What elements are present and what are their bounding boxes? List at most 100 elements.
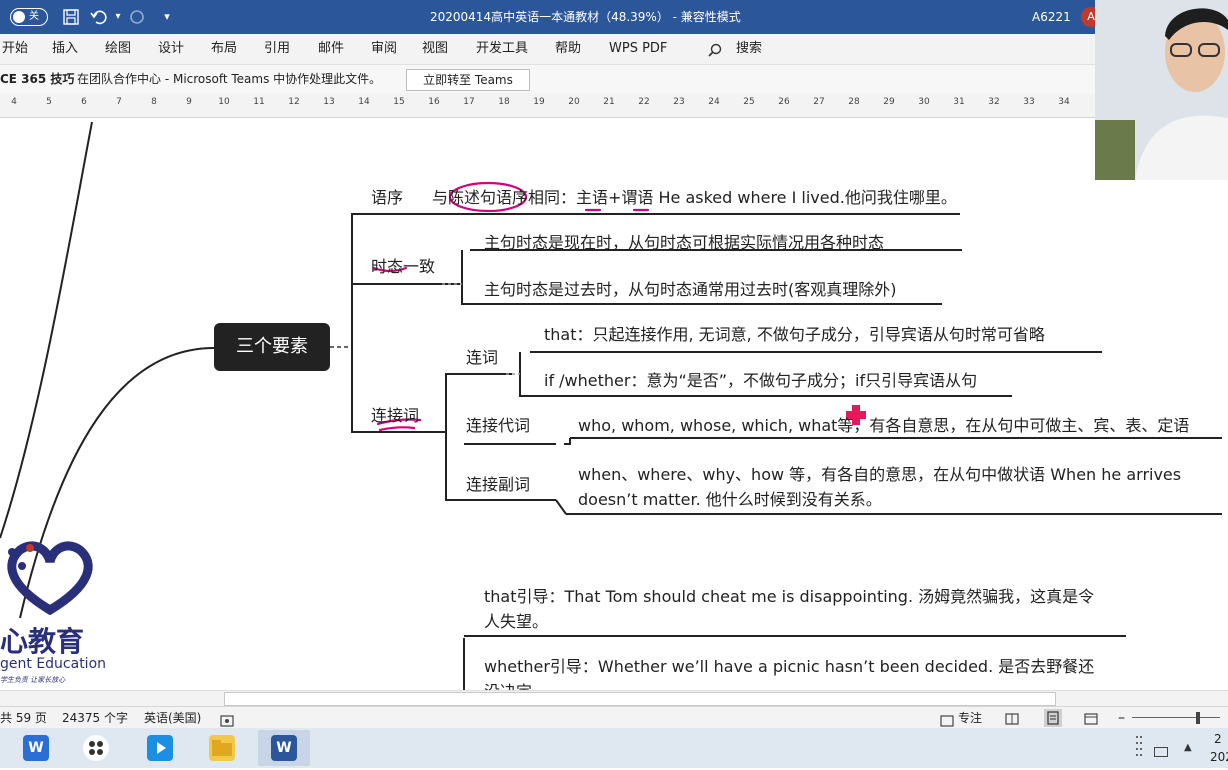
web-layout-icon[interactable] bbox=[1084, 711, 1098, 725]
ruler-tick: 34 bbox=[1058, 97, 1070, 107]
folder-icon bbox=[209, 735, 235, 761]
scrollbar-thumb[interactable] bbox=[224, 692, 1056, 706]
tray-expand-icon[interactable]: ▲ bbox=[1184, 742, 1192, 753]
taskbar-video-button[interactable] bbox=[134, 730, 186, 766]
tray-grip-icon bbox=[1136, 734, 1144, 762]
tab-insert[interactable]: 插入 bbox=[52, 34, 78, 64]
conjunction-item[interactable]: if /whether：意为“是否”，不做句子成分；if只引导宾语从句 bbox=[544, 371, 977, 391]
ruler-tick: 31 bbox=[953, 97, 965, 107]
node-relative-pronoun[interactable]: 连接代词 bbox=[466, 416, 530, 436]
tab-wps-pdf[interactable]: WPS PDF bbox=[609, 34, 667, 64]
focus-icon[interactable] bbox=[940, 712, 954, 727]
clock-date[interactable]: 202 bbox=[1210, 750, 1228, 764]
clock-time[interactable]: 2 bbox=[1214, 732, 1222, 746]
ruler-tick: 19 bbox=[533, 97, 545, 107]
document-title: 20200414高中英语一本通教材（48.39%） - 兼容性模式 bbox=[430, 10, 741, 24]
watermark-slogan: 学生负责 让家长放心 bbox=[0, 676, 66, 684]
customize-toolbar-icon[interactable]: ▾ bbox=[158, 8, 176, 26]
infobar-title: CE 365 技巧 bbox=[0, 72, 75, 86]
tense-item[interactable]: 主句时态是过去时，从句时态通常用过去时(客观真理除外) bbox=[484, 280, 897, 300]
ruler-tick: 17 bbox=[463, 97, 475, 107]
wps-icon: W bbox=[23, 735, 49, 761]
title-bar: 关 ▾ ▾ 20200414高中英语一本通教材（48.39%） - 兼容性模式 … bbox=[0, 0, 1228, 34]
taskbar-wps-button[interactable]: W bbox=[10, 730, 62, 766]
ruler-tick: 4 bbox=[11, 97, 17, 107]
ruler-tick: 23 bbox=[673, 97, 685, 107]
ruler-tick: 9 bbox=[186, 97, 192, 107]
accessibility-icon[interactable] bbox=[220, 712, 234, 727]
node-conjunction[interactable]: 连词 bbox=[466, 348, 498, 368]
tab-developer[interactable]: 开发工具 bbox=[476, 34, 528, 64]
taskbar-word-button[interactable]: W bbox=[258, 730, 310, 766]
taskbar-explorer-button[interactable] bbox=[196, 730, 248, 766]
tense-item[interactable]: 主句时态是现在时，从句时态可根据实际情况用各种时态 bbox=[484, 233, 884, 253]
example-whether[interactable]: whether引导：Whether we’ll have a picnic ha… bbox=[484, 654, 1110, 690]
language-indicator[interactable]: 英语(美国) bbox=[144, 707, 201, 729]
ruler-tick: 26 bbox=[778, 97, 790, 107]
tab-references[interactable]: 引用 bbox=[264, 34, 290, 64]
tab-home[interactable]: 开始 bbox=[2, 34, 28, 64]
ruler-tick: 7 bbox=[116, 97, 122, 107]
relative-pronoun-text[interactable]: who, whom, whose, which, what等，有各自意思，在从句… bbox=[578, 416, 1189, 436]
search-icon[interactable] bbox=[708, 42, 722, 57]
horizontal-scrollbar[interactable] bbox=[0, 690, 1228, 707]
zoom-out-icon[interactable]: – bbox=[1118, 707, 1125, 729]
tab-draw[interactable]: 绘图 bbox=[105, 34, 131, 64]
ruler-tick: 29 bbox=[883, 97, 895, 107]
ruler-tick: 24 bbox=[708, 97, 720, 107]
page-count[interactable]: 共 59 页 bbox=[0, 707, 47, 729]
tab-layout[interactable]: 布局 bbox=[211, 34, 237, 64]
ruler-tick: 22 bbox=[638, 97, 650, 107]
infobar-message: 在团队合作中心 - Microsoft Teams 中协作处理此文件。 bbox=[77, 72, 382, 86]
windows-taskbar: W W ▲ 2 202 bbox=[0, 728, 1228, 768]
account-code: A6221 bbox=[1032, 10, 1071, 24]
read-mode-icon[interactable] bbox=[1005, 711, 1019, 725]
video-app-icon bbox=[147, 735, 173, 761]
ruler-tick: 21 bbox=[603, 97, 615, 107]
tab-review[interactable]: 审阅 bbox=[371, 34, 397, 64]
keyboard-icon[interactable] bbox=[1154, 742, 1168, 757]
ruler-tick: 12 bbox=[288, 97, 300, 107]
go-to-teams-button[interactable]: 立即转至 Teams bbox=[406, 69, 530, 91]
undo-icon[interactable] bbox=[90, 8, 108, 26]
ruler-tick: 20 bbox=[568, 97, 580, 107]
ruler-tick: 28 bbox=[848, 97, 860, 107]
tab-view[interactable]: 视图 bbox=[422, 34, 448, 64]
ruler-tick: 33 bbox=[1023, 97, 1035, 107]
ruler-tick: 10 bbox=[218, 97, 230, 107]
undo-dropdown-icon[interactable]: ▾ bbox=[109, 8, 127, 26]
node-connectives[interactable]: 连接词 bbox=[371, 406, 419, 426]
toggle-knob bbox=[13, 11, 25, 23]
search-label[interactable]: 搜索 bbox=[736, 34, 762, 64]
save-icon[interactable] bbox=[62, 8, 80, 26]
heart-logo-icon bbox=[7, 541, 93, 616]
webcam-overlay bbox=[1095, 0, 1228, 180]
ruler-tick: 27 bbox=[813, 97, 825, 107]
node-word-order[interactable]: 语序 bbox=[371, 188, 403, 208]
taskbar-meeting-button[interactable] bbox=[70, 730, 122, 766]
ruler-tick: 8 bbox=[151, 97, 157, 107]
document-canvas[interactable]: 三个要素 语序 与陈述句语序相同：主语+谓语 He asked where I … bbox=[0, 118, 1228, 690]
example-that[interactable]: that引导：That Tom should cheat me is disap… bbox=[484, 584, 1110, 634]
redo-icon bbox=[128, 8, 146, 26]
zoom-slider-handle[interactable] bbox=[1196, 712, 1200, 724]
tab-design[interactable]: 设计 bbox=[158, 34, 184, 64]
ruler-tick: 18 bbox=[498, 97, 510, 107]
autosave-toggle[interactable]: 关 bbox=[10, 8, 48, 26]
ruler-tick: 11 bbox=[253, 97, 265, 107]
tab-mailings[interactable]: 邮件 bbox=[318, 34, 344, 64]
conjunction-item[interactable]: that：只起连接作用, 无词意, 不做句子成分，引导宾语从句时常可省略 bbox=[544, 325, 1045, 345]
node-relative-adverb[interactable]: 连接副词 bbox=[466, 475, 530, 495]
word-count[interactable]: 24375 个字 bbox=[62, 707, 128, 729]
relative-adverb-text[interactable]: when、where、why、how 等，有各自的意思，在从句中做状语 When… bbox=[578, 462, 1208, 512]
meeting-app-icon bbox=[83, 735, 109, 761]
word-order-text[interactable]: 与陈述句语序相同：主语+谓语 He asked where I lived.他问… bbox=[432, 188, 957, 208]
print-layout-icon[interactable] bbox=[1044, 709, 1062, 727]
central-node[interactable]: 三个要素 bbox=[214, 323, 330, 371]
ruler-tick: 5 bbox=[46, 97, 52, 107]
watermark-english: gent Education bbox=[0, 656, 107, 672]
zoom-slider[interactable] bbox=[1132, 717, 1220, 718]
focus-mode-label[interactable]: 专注 bbox=[958, 707, 982, 729]
tab-help[interactable]: 帮助 bbox=[555, 34, 581, 64]
node-tense-agreement[interactable]: 时态一致 bbox=[371, 257, 435, 277]
